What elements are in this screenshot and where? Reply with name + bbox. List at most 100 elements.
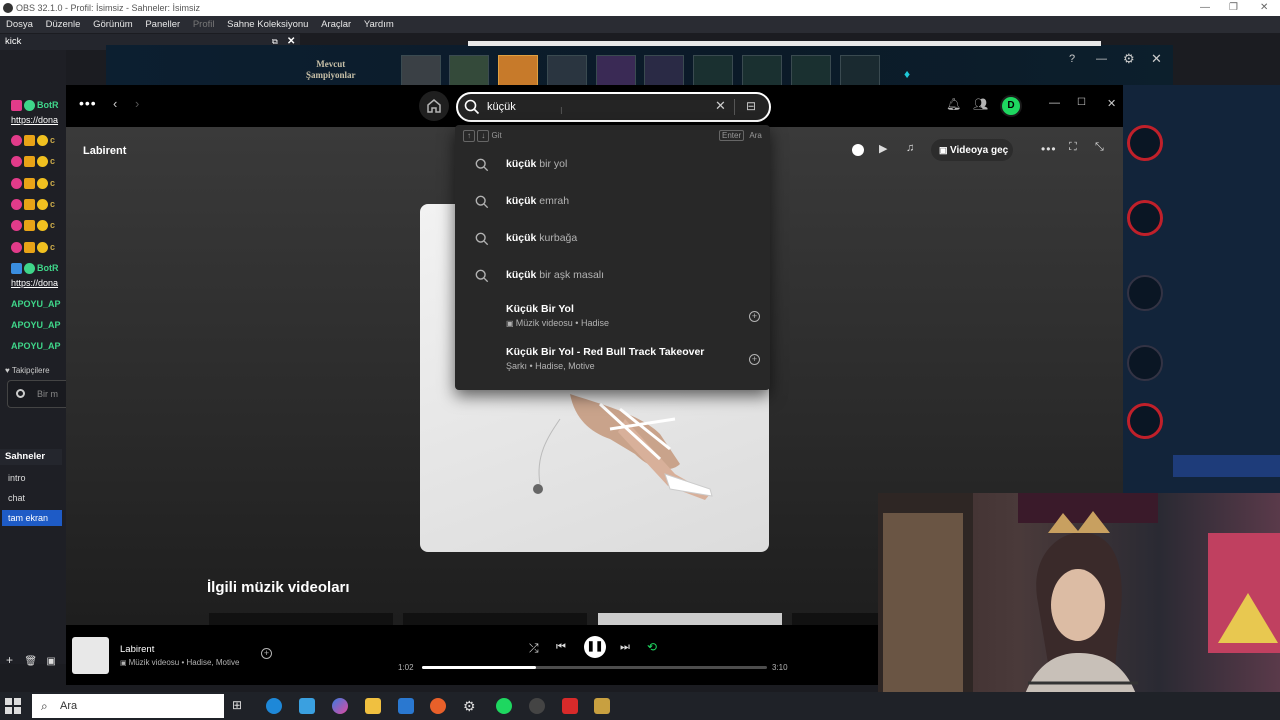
champion-slot[interactable] bbox=[742, 55, 782, 89]
related-video-card[interactable] bbox=[209, 613, 393, 625]
profile-avatar[interactable]: D bbox=[1000, 95, 1022, 117]
fullscreen-icon[interactable]: ⛶ bbox=[1069, 141, 1077, 154]
suggestion-item[interactable]: küçük bir yol bbox=[455, 148, 770, 182]
menu-view[interactable]: Görünüm bbox=[93, 19, 133, 30]
shuffle-icon[interactable]: ⤮ bbox=[529, 641, 539, 656]
related-video-card[interactable] bbox=[403, 613, 587, 625]
more-menu-icon[interactable]: ••• bbox=[79, 95, 97, 111]
more-options-icon[interactable]: ••• bbox=[1041, 142, 1057, 156]
mail-icon[interactable] bbox=[398, 698, 414, 714]
menu-scene-collection[interactable]: Sahne Koleksiyonu bbox=[227, 19, 308, 30]
scene-filter-icon[interactable]: ▣ bbox=[46, 656, 55, 667]
edge-icon[interactable] bbox=[266, 698, 282, 714]
search-result-item[interactable]: Küçük Bir Yol ▣ Müzik videosu • Hadise + bbox=[455, 303, 770, 337]
file-explorer-icon[interactable] bbox=[365, 698, 381, 714]
obs-title-bar: OBS 32.1.0 - Profil: İsimsiz - Sahneler:… bbox=[0, 0, 1280, 16]
repeat-icon[interactable]: ⟲ bbox=[647, 640, 657, 654]
spotify-icon[interactable] bbox=[496, 698, 512, 714]
friend-activity-icon[interactable]: 👥︎ bbox=[973, 97, 988, 111]
suggestion-item[interactable]: küçük bir aşk masalı bbox=[455, 259, 770, 293]
firefox-icon[interactable] bbox=[430, 698, 446, 714]
menu-help[interactable]: Yardım bbox=[364, 19, 394, 30]
previous-icon[interactable]: ⏮ bbox=[556, 641, 566, 654]
collapse-icon[interactable]: ⤡ bbox=[1095, 141, 1104, 154]
riot-client-icon[interactable] bbox=[562, 698, 578, 714]
champion-slot[interactable] bbox=[693, 55, 733, 89]
help-icon[interactable]: ? bbox=[1069, 53, 1075, 65]
task-view-icon[interactable]: ⊞ bbox=[232, 698, 248, 714]
related-video-card[interactable] bbox=[598, 613, 782, 625]
suggestion-item[interactable]: küçük kurbağa bbox=[455, 222, 770, 256]
champion-slot[interactable] bbox=[547, 55, 587, 89]
client-close-icon[interactable]: ✕ bbox=[1151, 51, 1162, 67]
chat-line: c bbox=[11, 242, 55, 254]
maximize-icon[interactable]: ❐ bbox=[1229, 0, 1238, 16]
league-icon[interactable] bbox=[594, 698, 610, 714]
pause-button[interactable]: ❚❚ bbox=[584, 636, 606, 658]
scene-tam-ekran[interactable]: tam ekran bbox=[2, 510, 62, 526]
menu-docks[interactable]: Paneller bbox=[145, 19, 180, 30]
menu-profile[interactable]: Profil bbox=[193, 19, 215, 30]
scene-chat[interactable]: chat bbox=[2, 490, 62, 506]
scene-intro[interactable]: intro bbox=[2, 470, 62, 486]
minimize-icon[interactable]: — bbox=[1200, 0, 1210, 16]
chat-input[interactable]: Bir m bbox=[7, 380, 66, 408]
browse-icon[interactable]: ⊟ bbox=[746, 99, 756, 113]
add-scene-icon[interactable]: + bbox=[6, 653, 13, 667]
champion-slot[interactable] bbox=[596, 55, 636, 89]
video-icon: ▣ bbox=[120, 660, 129, 667]
menu-file[interactable]: Dosya bbox=[6, 19, 33, 30]
switch-video-button[interactable]: ▣ Videoya geç bbox=[931, 139, 1013, 161]
chat-line: c bbox=[11, 220, 55, 232]
taskbar-search[interactable]: ⌕ Ara bbox=[32, 694, 224, 718]
search-icon bbox=[464, 99, 480, 115]
search-icon bbox=[475, 232, 489, 246]
location-pin-icon[interactable] bbox=[852, 144, 864, 156]
settings-icon[interactable]: ⚙ bbox=[463, 698, 479, 714]
window-close-icon[interactable]: ✕ bbox=[1107, 97, 1116, 110]
store-icon[interactable] bbox=[299, 698, 315, 714]
back-icon[interactable]: ‹ bbox=[113, 96, 117, 111]
search-result-item[interactable]: Küçük Bir Yol - Red Bull Track Takeover … bbox=[455, 346, 770, 380]
champion-slot[interactable] bbox=[644, 55, 684, 89]
window-minimize-icon[interactable]: — bbox=[1049, 97, 1060, 109]
chat-link[interactable]: https://dona bbox=[11, 278, 58, 288]
search-bar[interactable]: ✕ ⊟ bbox=[456, 92, 771, 122]
notifications-icon[interactable]: 🔔︎ bbox=[946, 97, 961, 111]
chat-link[interactable]: https://dona bbox=[11, 115, 58, 125]
divider bbox=[734, 99, 735, 115]
client-settings-icon[interactable]: ⚙ bbox=[1123, 51, 1135, 67]
forward-icon[interactable]: › bbox=[135, 96, 139, 111]
copilot-icon[interactable] bbox=[332, 698, 348, 714]
connect-device-icon[interactable]: ♫ bbox=[906, 142, 914, 154]
progress-bar[interactable] bbox=[422, 666, 767, 669]
track-thumbnail[interactable] bbox=[72, 637, 109, 674]
suggestion-item[interactable]: küçük emrah bbox=[455, 185, 770, 219]
client-minimize-icon[interactable]: — bbox=[1096, 53, 1107, 65]
emote-icon[interactable] bbox=[16, 389, 25, 398]
home-button[interactable] bbox=[419, 91, 449, 121]
queue-icon[interactable]: ▶︎ bbox=[879, 142, 887, 155]
related-video-card[interactable] bbox=[792, 613, 878, 625]
window-maximize-icon[interactable]: ☐ bbox=[1077, 97, 1086, 108]
track-title[interactable]: Labirent bbox=[120, 644, 154, 655]
champion-slot[interactable] bbox=[449, 55, 489, 89]
delete-scene-icon[interactable]: 🗑 bbox=[24, 656, 37, 667]
next-icon[interactable]: ⏭ bbox=[620, 641, 630, 654]
menu-tools[interactable]: Araçlar bbox=[321, 19, 351, 30]
text-cursor-icon: I bbox=[560, 106, 563, 117]
obs-logo-icon bbox=[3, 3, 13, 13]
add-icon[interactable]: + bbox=[749, 311, 760, 322]
champion-slot[interactable] bbox=[498, 55, 538, 89]
champion-slot[interactable] bbox=[840, 55, 880, 89]
obs-icon[interactable] bbox=[529, 698, 545, 714]
champion-slot[interactable] bbox=[401, 55, 441, 89]
start-icon[interactable] bbox=[5, 698, 21, 714]
clear-search-icon[interactable]: ✕ bbox=[715, 98, 726, 114]
menu-edit[interactable]: Düzenle bbox=[46, 19, 81, 30]
search-input[interactable] bbox=[487, 98, 717, 116]
champion-slot[interactable] bbox=[791, 55, 831, 89]
add-icon[interactable]: + bbox=[749, 354, 760, 365]
close-icon[interactable]: ✕ bbox=[1260, 0, 1268, 16]
add-to-library-icon[interactable]: + bbox=[261, 648, 272, 659]
